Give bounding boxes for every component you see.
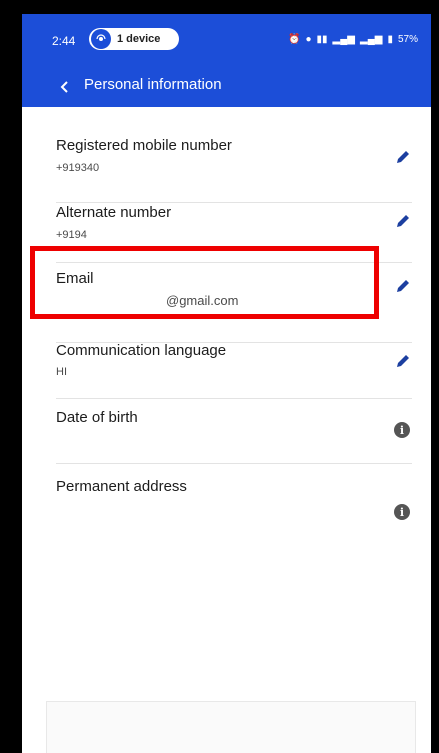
edit-pencil-icon[interactable] bbox=[394, 277, 412, 295]
field-label: Registered mobile number bbox=[56, 137, 232, 154]
phone-screen: 2:44 1 device ⏰ ● ▮▮ ▂▄▆ ▂▄▆ ▮ 57% Perso… bbox=[22, 14, 431, 753]
field-date-of-birth[interactable]: Date of birth i bbox=[56, 398, 412, 464]
device-pill-label: 1 device bbox=[117, 33, 161, 45]
field-registered-mobile[interactable]: Registered mobile number +919340 bbox=[56, 134, 412, 203]
field-label: Date of birth bbox=[56, 409, 138, 426]
field-permanent-address[interactable]: Permanent address i bbox=[56, 463, 412, 533]
edit-pencil-icon[interactable] bbox=[394, 148, 412, 166]
device-pill[interactable]: 1 device bbox=[89, 28, 179, 50]
highlight-box bbox=[30, 246, 379, 319]
edit-pencil-icon[interactable] bbox=[394, 352, 412, 370]
signal-4g-icon: ▂▄▆ bbox=[360, 34, 383, 45]
info-icon[interactable]: i bbox=[394, 422, 410, 438]
battery-percent: 57% bbox=[397, 34, 418, 45]
field-communication-language[interactable]: Communication language HI bbox=[56, 342, 412, 399]
hotspot-icon bbox=[91, 29, 111, 49]
location-icon: ● bbox=[305, 34, 312, 45]
bottom-card bbox=[46, 701, 416, 753]
field-value: +9194 bbox=[56, 229, 87, 241]
field-value: HI bbox=[56, 366, 67, 378]
status-time: 2:44 bbox=[52, 34, 76, 48]
status-icons: ⏰ ● ▮▮ ▂▄▆ ▂▄▆ ▮ 57% bbox=[288, 34, 418, 45]
app-bar: 2:44 1 device ⏰ ● ▮▮ ▂▄▆ ▂▄▆ ▮ 57% Perso… bbox=[22, 14, 431, 107]
page-title: Personal information bbox=[84, 76, 222, 93]
battery-icon: ▮ bbox=[387, 34, 393, 45]
field-label: Communication language bbox=[56, 342, 227, 359]
field-value: +919340 bbox=[56, 162, 100, 174]
back-arrow-icon[interactable] bbox=[58, 80, 72, 94]
edit-pencil-icon[interactable] bbox=[394, 212, 412, 230]
info-icon[interactable]: i bbox=[394, 504, 410, 520]
alarm-icon: ⏰ bbox=[288, 34, 301, 45]
field-label: Alternate number bbox=[56, 204, 172, 221]
field-label: Permanent address bbox=[56, 478, 187, 495]
volte-icon: ▮▮ bbox=[316, 34, 328, 45]
signal-icon: ▂▄▆ bbox=[332, 34, 355, 45]
status-bar: 2:44 1 device ⏰ ● ▮▮ ▂▄▆ ▂▄▆ ▮ 57% bbox=[22, 14, 431, 66]
